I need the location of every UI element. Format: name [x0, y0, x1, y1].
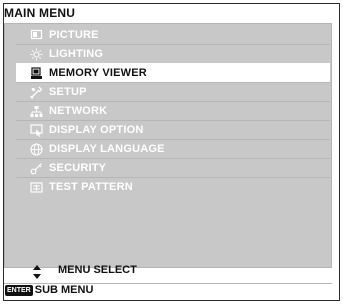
menu-select-hint: MENU SELECT [58, 264, 137, 276]
menu-item-label: LIGHTING [49, 48, 104, 60]
menu-item-label: PICTURE [49, 28, 99, 41]
menu-panel: PICTURE LIGHTING MEMORY VIEWER SETUP NET… [4, 23, 332, 268]
sub-menu-hint: ENTER SUB MENU [5, 284, 93, 296]
menu-item-picture[interactable]: PICTURE [16, 25, 330, 44]
picture-icon [30, 28, 43, 41]
menu-item-label: TEST PATTERN [49, 181, 133, 193]
menu-title: MAIN MENU [4, 6, 76, 20]
menu-item-network[interactable]: NETWORK [16, 101, 330, 120]
menu-item-lighting[interactable]: LIGHTING [16, 44, 330, 63]
memory-viewer-icon [30, 66, 43, 80]
display-option-icon [30, 123, 43, 137]
menu-item-display-option[interactable]: DISPLAY OPTION [16, 120, 330, 139]
menu-item-security[interactable]: SECURITY [16, 158, 330, 177]
test-pattern-icon [30, 181, 43, 194]
enter-key-icon: ENTER [5, 284, 33, 296]
menu-item-test-pattern[interactable]: TEST PATTERN [16, 177, 330, 196]
up-down-arrows-icon [33, 265, 41, 279]
menu-item-label: SETUP [49, 86, 87, 98]
menu-item-setup[interactable]: SETUP [16, 82, 330, 101]
network-icon [30, 105, 43, 118]
globe-icon [30, 142, 43, 156]
sub-menu-label: SUB MENU [34, 284, 94, 296]
menu-item-label: DISPLAY OPTION [49, 124, 144, 136]
menu-item-label: MEMORY VIEWER [49, 67, 147, 79]
menu-item-label: SECURITY [49, 162, 107, 174]
menu-item-label: DISPLAY LANGUAGE [49, 143, 165, 155]
lighting-icon [30, 48, 43, 61]
setup-icon [30, 86, 43, 99]
menu-item-label: NETWORK [49, 105, 108, 117]
key-icon [30, 162, 43, 175]
menu-item-memory-viewer[interactable]: MEMORY VIEWER [16, 63, 330, 82]
menu-item-display-language[interactable]: DISPLAY LANGUAGE [16, 139, 330, 158]
menu-list: PICTURE LIGHTING MEMORY VIEWER SETUP NET… [16, 25, 330, 196]
